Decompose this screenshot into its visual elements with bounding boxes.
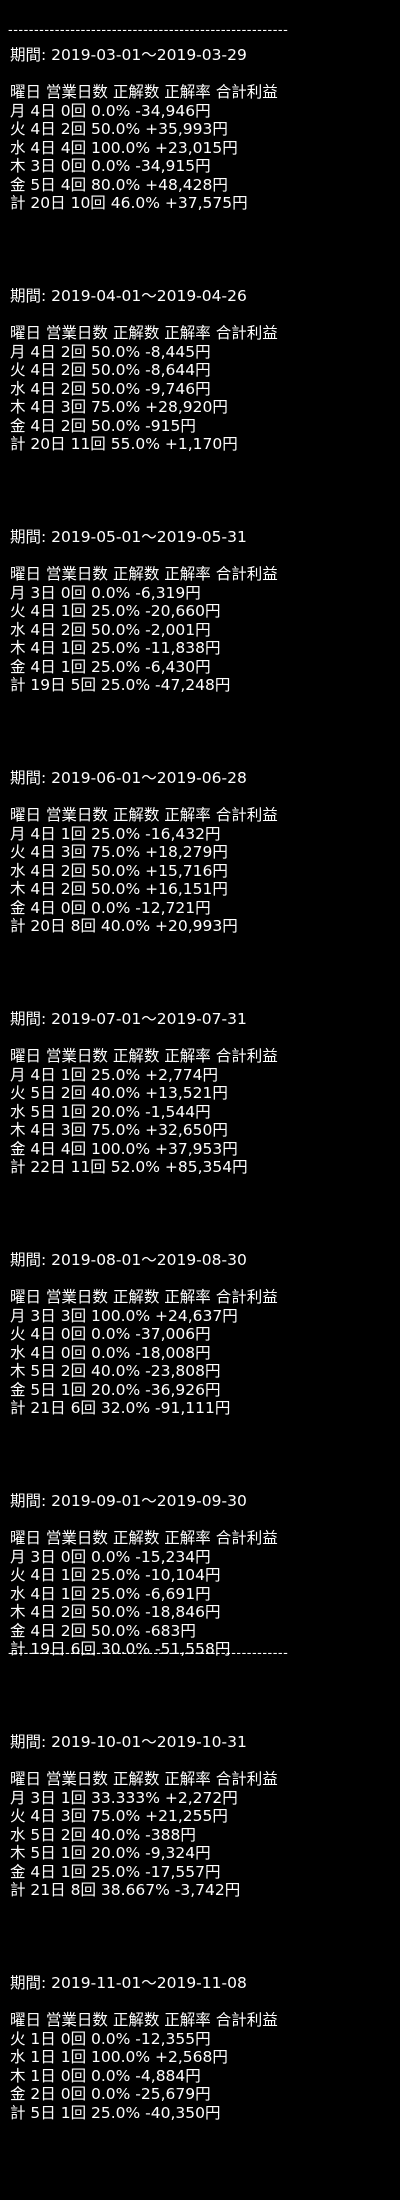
table-row: 月 4日 0回 0.0% -34,946円 — [10, 101, 211, 120]
table-row: 水 5日 1回 20.0% -1,544円 — [10, 1102, 211, 1121]
total-row: 計 5日 1回 25.0% -40,350円 — [10, 2103, 221, 2122]
table-row: 木 4日 3回 75.0% +28,920円 — [10, 398, 228, 416]
table-row: 木 5日 1回 20.0% -9,324円 — [10, 1844, 211, 1862]
period-block-2019-04: 期間: 2019-04-01～2019-04-26 曜日 営業日数 正解数 正解… — [10, 287, 395, 454]
table-row: 月 4日 1回 25.0% +2,774円 — [10, 1065, 219, 1084]
table-row: 木 4日 3回 75.0% +32,650円 — [10, 1121, 228, 1139]
total-row: 計 20日 10回 46.0% +37,575円 — [10, 194, 248, 212]
table-row: 木 1日 0回 0.0% -4,884円 — [10, 2066, 201, 2085]
table-header: 曜日 営業日数 正解数 正解率 合計利益 — [10, 1288, 278, 1306]
report-document: ----------------------------------------… — [0, 0, 400, 2200]
table-row: 火 4日 1回 25.0% -10,104円 — [10, 1566, 221, 1584]
table-row: 金 4日 1回 25.0% -6,430円 — [10, 657, 211, 676]
table-row: 木 4日 2回 50.0% +16,151円 — [10, 880, 228, 898]
top-divider: ----------------------------------------… — [8, 23, 289, 38]
table-row: 火 4日 1回 25.0% -20,660円 — [10, 602, 221, 620]
total-row: 計 20日 11回 55.0% +1,170円 — [10, 435, 238, 453]
table-row: 木 4日 2回 50.0% -18,846円 — [10, 1603, 221, 1621]
total-row: 計 19日 5回 25.0% -47,248円 — [10, 676, 231, 694]
period-title: 期間: 2019-08-01～2019-08-30 — [10, 1251, 247, 1269]
period-title: 期間: 2019-06-01～2019-06-28 — [10, 769, 247, 787]
table-row: 金 4日 1回 25.0% -17,557円 — [10, 1862, 221, 1881]
table-header: 曜日 営業日数 正解数 正解率 合計利益 — [10, 83, 278, 101]
total-row: 計 22日 11回 52.0% +85,354円 — [10, 1158, 248, 1176]
table-row: 月 4日 1回 25.0% -16,432円 — [10, 824, 221, 843]
table-header: 曜日 営業日数 正解数 正解率 合計利益 — [10, 565, 278, 583]
table-row: 水 4日 0回 0.0% -18,008円 — [10, 1343, 211, 1362]
table-header: 曜日 営業日数 正解数 正解率 合計利益 — [10, 1770, 278, 1788]
table-row: 火 4日 2回 50.0% -8,644円 — [10, 361, 211, 379]
table-header: 曜日 営業日数 正解数 正解率 合計利益 — [10, 1047, 278, 1065]
table-row: 火 1日 0回 0.0% -12,355円 — [10, 2029, 211, 2048]
period-title: 期間: 2019-09-01～2019-09-30 — [10, 1492, 247, 1510]
table-row: 月 3日 3回 100.0% +24,637円 — [10, 1306, 238, 1325]
table-row: 木 3日 0回 0.0% -34,915円 — [10, 157, 211, 175]
table-row: 水 1日 1回 100.0% +2,568円 — [10, 2048, 228, 2066]
table-row: 水 4日 2回 50.0% +15,716円 — [10, 861, 228, 880]
period-block-2019-06: 期間: 2019-06-01～2019-06-28 曜日 営業日数 正解数 正解… — [10, 769, 395, 936]
table-row: 月 3日 0回 0.0% -15,234円 — [10, 1547, 211, 1566]
table-row: 金 5日 1回 20.0% -36,926円 — [10, 1380, 221, 1399]
table-row: 火 4日 0回 0.0% -37,006円 — [10, 1325, 211, 1343]
table-row: 火 5日 2回 40.0% +13,521円 — [10, 1084, 228, 1102]
period-title: 期間: 2019-04-01～2019-04-26 — [10, 287, 247, 305]
table-row: 金 4日 2回 50.0% -683円 — [10, 1621, 196, 1640]
table-row: 水 4日 4回 100.0% +23,015円 — [10, 138, 238, 157]
table-row: 火 4日 2回 50.0% +35,993円 — [10, 120, 228, 138]
total-row: 計 20日 8回 40.0% +20,993円 — [10, 917, 238, 935]
period-title: 期間: 2019-10-01～2019-10-31 — [10, 1733, 247, 1751]
mid-divider: ----------------------------------------… — [8, 1646, 289, 1661]
period-block-2019-07: 期間: 2019-07-01～2019-07-31 曜日 営業日数 正解数 正解… — [10, 1010, 395, 1177]
period-block-2019-03: 期間: 2019-03-01～2019-03-29 曜日 営業日数 正解数 正解… — [10, 46, 395, 213]
table-row: 水 4日 1回 25.0% -6,691円 — [10, 1584, 211, 1603]
period-block-2019-11: 期間: 2019-11-01～2019-11-08 曜日 営業日数 正解数 正解… — [10, 1974, 395, 2122]
table-header: 曜日 営業日数 正解数 正解率 合計利益 — [10, 324, 278, 342]
period-title: 期間: 2019-11-01～2019-11-08 — [10, 1974, 247, 1992]
table-row: 金 4日 4回 100.0% +37,953円 — [10, 1139, 238, 1158]
table-row: 水 5日 2回 40.0% -388円 — [10, 1825, 196, 1844]
table-row: 月 3日 0回 0.0% -6,319円 — [10, 583, 201, 602]
period-block-2019-08: 期間: 2019-08-01～2019-08-30 曜日 営業日数 正解数 正解… — [10, 1251, 395, 1418]
table-row: 水 4日 2回 50.0% -9,746円 — [10, 379, 211, 398]
period-title: 期間: 2019-07-01～2019-07-31 — [10, 1010, 247, 1028]
period-block-2019-09: 期間: 2019-09-01～2019-09-30 曜日 営業日数 正解数 正解… — [10, 1492, 395, 1659]
total-row: 計 21日 6回 32.0% -91,111円 — [10, 1399, 231, 1417]
period-title: 期間: 2019-05-01～2019-05-31 — [10, 528, 247, 546]
table-row: 金 2日 0回 0.0% -25,679円 — [10, 2085, 211, 2103]
table-row: 水 4日 2回 50.0% -2,001円 — [10, 620, 211, 639]
table-header: 曜日 営業日数 正解数 正解率 合計利益 — [10, 1529, 278, 1547]
period-block-2019-05: 期間: 2019-05-01～2019-05-31 曜日 営業日数 正解数 正解… — [10, 528, 395, 695]
table-row: 金 4日 2回 50.0% -915円 — [10, 416, 196, 435]
period-title: 期間: 2019-03-01～2019-03-29 — [10, 46, 247, 64]
table-header: 曜日 営業日数 正解数 正解率 合計利益 — [10, 2011, 278, 2029]
table-row: 木 4日 1回 25.0% -11,838円 — [10, 639, 221, 657]
table-row: 木 5日 2回 40.0% -23,808円 — [10, 1362, 221, 1380]
table-row: 月 4日 2回 50.0% -8,445円 — [10, 342, 211, 361]
table-row: 月 3日 1回 33.333% +2,272円 — [10, 1788, 238, 1807]
table-row: 火 4日 3回 75.0% +21,255円 — [10, 1807, 228, 1825]
table-header: 曜日 営業日数 正解数 正解率 合計利益 — [10, 806, 278, 824]
table-row: 金 4日 0回 0.0% -12,721円 — [10, 898, 211, 917]
table-row: 金 5日 4回 80.0% +48,428円 — [10, 175, 228, 194]
table-row: 火 4日 3回 75.0% +18,279円 — [10, 843, 228, 861]
total-row: 計 21日 8回 38.667% -3,742円 — [10, 1881, 241, 1899]
period-block-2019-10: 期間: 2019-10-01～2019-10-31 曜日 営業日数 正解数 正解… — [10, 1733, 395, 1900]
